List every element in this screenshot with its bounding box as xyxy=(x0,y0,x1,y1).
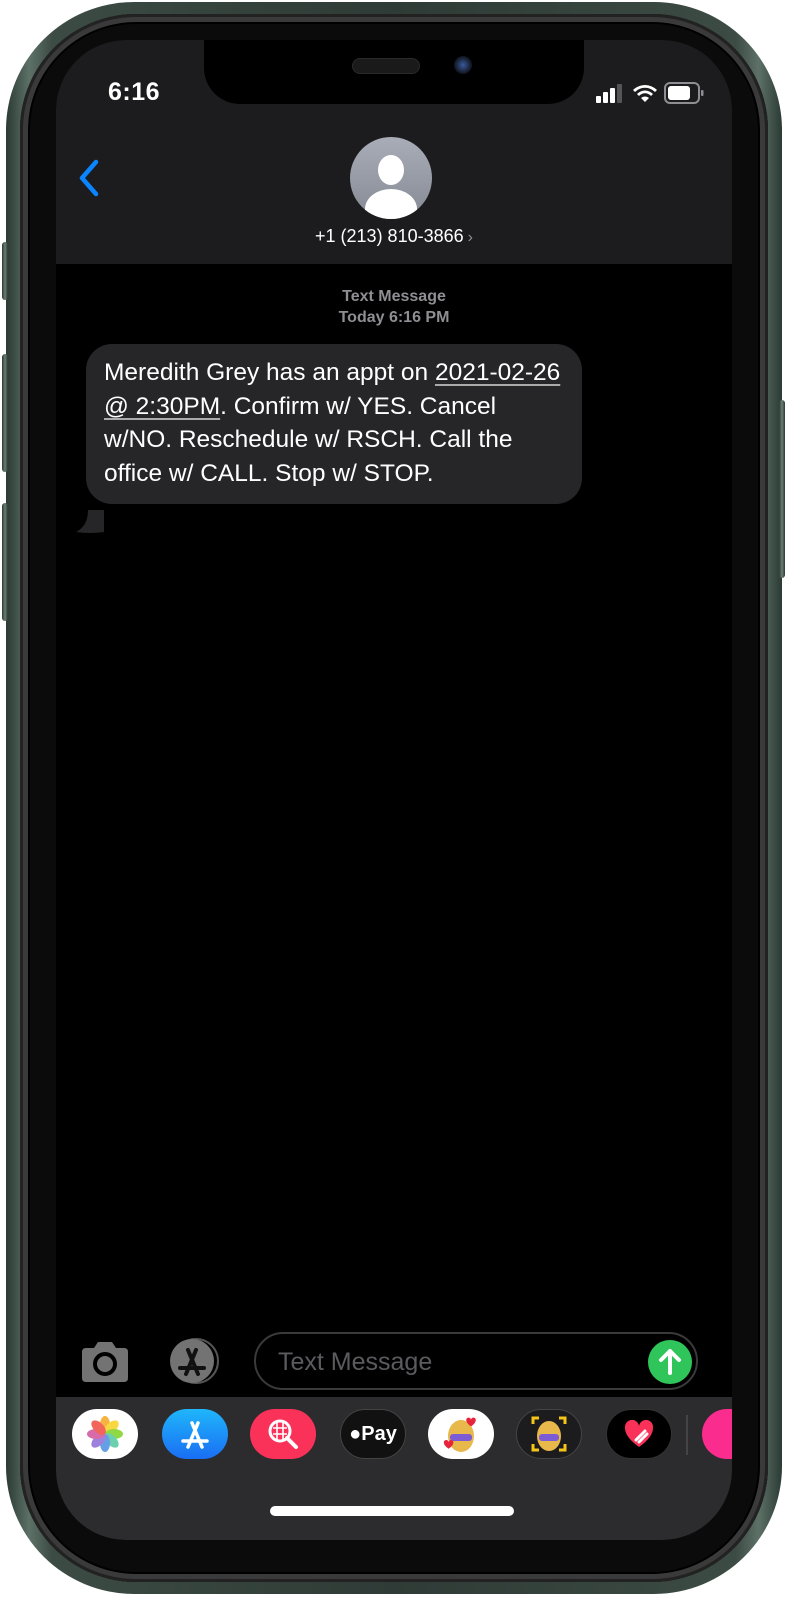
chevron-left-icon xyxy=(79,159,99,197)
chevron-right-icon: › xyxy=(467,229,473,246)
home-indicator[interactable] xyxy=(270,1506,514,1516)
app-apple-pay[interactable]: ●Pay xyxy=(340,1409,406,1459)
person-avatar-icon xyxy=(365,155,417,219)
photos-icon xyxy=(87,1416,123,1452)
app-app-store[interactable] xyxy=(162,1409,228,1459)
wifi-icon xyxy=(633,85,657,102)
message-meta: Text Message Today 6:16 PM xyxy=(56,286,732,328)
app-music[interactable] xyxy=(702,1409,732,1459)
cellular-signal-icon xyxy=(596,84,622,103)
message-field[interactable] xyxy=(254,1332,698,1390)
earpiece-speaker xyxy=(352,58,420,74)
front-camera xyxy=(454,56,472,74)
arrow-up-icon xyxy=(659,1349,681,1375)
battery-icon xyxy=(664,82,704,104)
silent-switch xyxy=(2,242,8,300)
apple-pay-label: Pay xyxy=(361,1422,397,1445)
app-memoji-stickers[interactable] xyxy=(428,1409,494,1459)
message-timestamp: Today 6:16 PM xyxy=(338,309,450,326)
app-images-search[interactable] xyxy=(250,1409,316,1459)
notch xyxy=(204,40,584,104)
apps-button[interactable] xyxy=(166,1336,224,1386)
side-power-button xyxy=(779,400,785,578)
animoji-icon xyxy=(531,1416,567,1452)
back-button[interactable] xyxy=(76,158,106,198)
app-animoji[interactable] xyxy=(516,1409,582,1459)
volume-down-button xyxy=(2,503,8,621)
digital-touch-heart-icon xyxy=(624,1419,654,1447)
status-icons xyxy=(596,82,704,104)
contact-phone-number: +1 (213) 810-3866 xyxy=(315,226,464,246)
apple-pay-icon: ●Pay xyxy=(349,1422,397,1445)
app-store-icon xyxy=(170,1338,219,1384)
messages-screen: 6:16 +1 (213) 810-3866 › Text Message To… xyxy=(56,40,732,1540)
camera-icon xyxy=(82,1342,128,1382)
app-store-icon xyxy=(181,1421,209,1449)
status-time: 6:16 xyxy=(108,78,161,106)
composer-bar xyxy=(56,1330,732,1394)
app-digital-touch[interactable] xyxy=(606,1409,672,1459)
drawer-divider xyxy=(686,1415,688,1455)
camera-button[interactable] xyxy=(78,1340,132,1384)
conversation-header: 6:16 +1 (213) 810-3866 › xyxy=(56,40,732,264)
service-label: Text Message xyxy=(342,288,446,305)
globe-search-icon xyxy=(268,1419,298,1449)
memoji-stickers-icon xyxy=(443,1417,476,1452)
message-input[interactable] xyxy=(276,1334,640,1390)
app-drawer: ●Pay xyxy=(56,1397,732,1540)
incoming-message-bubble[interactable]: Meredith Grey has an appt on 2021-02-26 … xyxy=(86,344,582,504)
contact-name-button[interactable]: +1 (213) 810-3866 › xyxy=(56,226,732,247)
app-photos[interactable] xyxy=(72,1409,138,1459)
volume-up-button xyxy=(2,354,8,472)
message-text-start: Meredith Grey has an appt on xyxy=(104,359,435,386)
contact-avatar[interactable] xyxy=(350,137,432,219)
bubble-tail xyxy=(76,510,104,533)
send-button[interactable] xyxy=(648,1340,692,1384)
